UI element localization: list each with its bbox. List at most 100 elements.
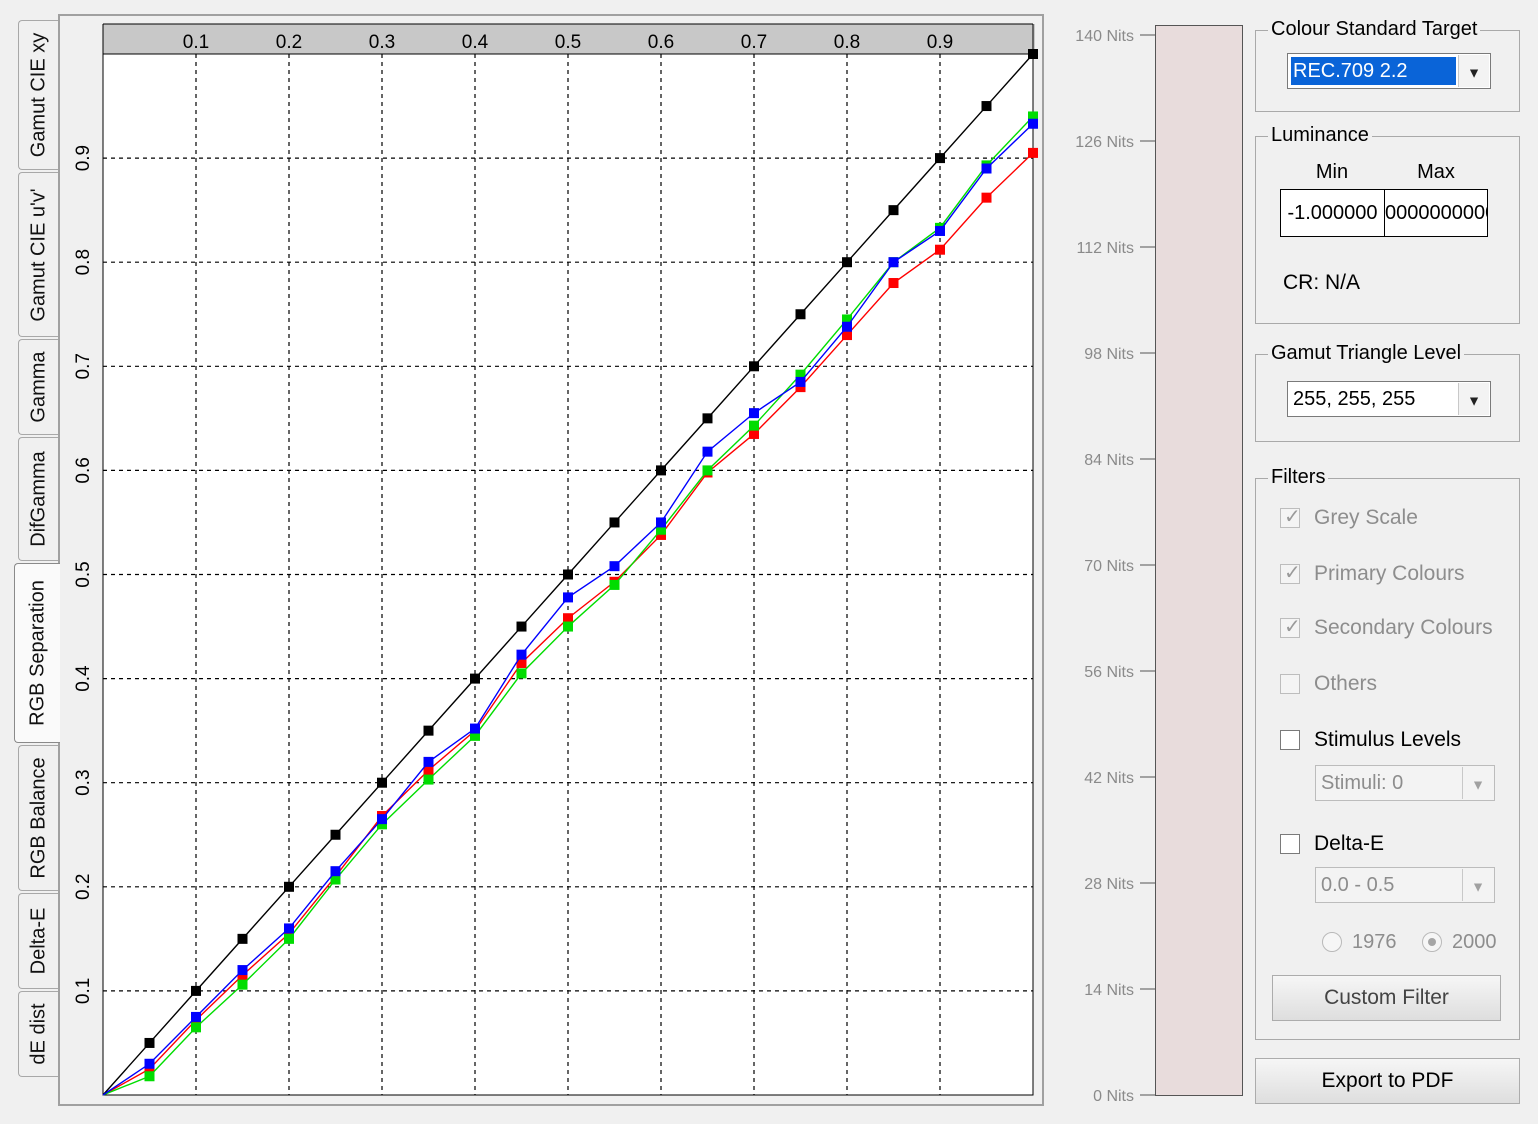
gamut-level-value: 255, 255, 255 (1293, 388, 1416, 410)
series-3-point (516, 649, 527, 660)
contrast-ratio: CR: N/A (1283, 271, 1361, 294)
series-0-point (516, 621, 527, 632)
tab-delta-e[interactable]: Delta-E (18, 893, 58, 989)
checkmark-icon: ✓ (1284, 616, 1301, 638)
dropdown-button[interactable]: ▼ (1462, 869, 1493, 901)
x-tick-label: 0.2 (276, 32, 302, 53)
luminance-min-value: -1.000000 (1281, 190, 1385, 236)
gamut-level-title: Gamut Triangle Level (1268, 342, 1465, 365)
y-tick-label: 0.1 (73, 978, 94, 1004)
rgb-separation-chart: 0.1 0.2 0.3 0.4 0.5 0.6 0.7 0.8 0.9 0.1 0.2 0.3 0.4 0… (73, 23, 1038, 1096)
y-tick-label: 0.2 (73, 874, 94, 900)
series-3-point (144, 1058, 155, 1069)
x-tick-label: 0.4 (462, 32, 489, 53)
series-0-point (795, 309, 806, 320)
x-tick-label: 0.7 (741, 32, 767, 53)
tab-rgb-balance[interactable]: RGB Balance (18, 745, 58, 891)
dropdown-button[interactable]: ▼ (1458, 383, 1489, 415)
tab-gamma[interactable]: Gamma (18, 339, 58, 435)
grey-scale-label: Grey Scale (1314, 506, 1418, 529)
x-tick-label: 0.8 (834, 32, 860, 53)
series-3-point (237, 965, 248, 976)
gamut-level-group: Gamut Triangle Level 255, 255, 255 ▼ (1255, 342, 1520, 442)
tab-label: dE dist (27, 1003, 49, 1065)
stimuli-select[interactable]: Stimuli: 0 ▼ (1315, 765, 1495, 801)
series-0-point (656, 465, 666, 476)
gamut-level-select[interactable]: 255, 255, 255 ▼ (1287, 381, 1491, 417)
tab-rgb-separation[interactable]: RGB Separation (14, 563, 60, 743)
tab-de-dist[interactable]: dE dist (18, 991, 58, 1077)
series-1-point (935, 244, 945, 255)
stimuli-value: Stimuli: 0 (1321, 772, 1404, 794)
delta-e-label: Delta-E (1314, 832, 1385, 855)
nits-tick-label: 70 Nits (1084, 558, 1134, 575)
series-0-point (749, 361, 759, 372)
nits-tick-label: 84 Nits (1084, 452, 1134, 469)
nits-tick-label: 140 Nits (1075, 28, 1134, 45)
custom-filter-button[interactable]: Custom Filter (1272, 975, 1501, 1021)
nits-axis: 140 Nits 126 Nits 112 Nits 98 Nits 84 Nits 70… (1075, 28, 1155, 1105)
dropdown-button[interactable]: ▼ (1462, 767, 1493, 799)
tab-label: Delta-E (27, 907, 49, 975)
nits-tick-label: 112 Nits (1076, 240, 1134, 257)
series-3-point (935, 225, 945, 236)
series-2-point (563, 621, 573, 632)
colour-target-value: REC.709 2.2 (1291, 57, 1456, 85)
luminance-title: Luminance (1268, 124, 1372, 147)
series-2-point (609, 579, 620, 590)
series-0-point (981, 101, 992, 112)
y-tick-label: 0.8 (73, 249, 94, 275)
series-3-point (842, 321, 852, 332)
filters-title: Filters (1268, 466, 1329, 489)
tab-difgamma[interactable]: DifGamma (18, 437, 58, 561)
others-label: Others (1314, 672, 1378, 695)
x-tick-label: 0.1 (183, 32, 209, 53)
nits-tick-label: 42 Nits (1084, 770, 1134, 787)
series-3-point (377, 814, 387, 825)
series-0-point (237, 933, 248, 944)
stimulus-levels-label: Stimulus Levels (1314, 728, 1462, 751)
tab-gamut-cie-uv[interactable]: Gamut CIE u'v' (18, 172, 58, 337)
filters-group: Filters ✓ Grey Scale ✓ Primary Colours ✓… (1255, 466, 1520, 1040)
checkmark-icon: ✓ (1284, 562, 1301, 584)
series-0-point (1028, 49, 1038, 59)
series-2-point (749, 420, 759, 431)
series-2-point (144, 1071, 155, 1082)
y-tick-label: 0.6 (73, 457, 94, 483)
series-3-point (423, 756, 434, 767)
checkmark-icon: ✓ (1284, 506, 1301, 528)
dropdown-button[interactable]: ▼ (1458, 55, 1489, 87)
export-to-pdf-button[interactable]: Export to PDF (1255, 1058, 1520, 1104)
series-2-point (702, 465, 713, 476)
series-0-point (563, 569, 573, 580)
series-0-point (470, 673, 480, 684)
delta-e-range-value: 0.0 - 0.5 (1321, 874, 1395, 896)
series-3-point (749, 408, 759, 419)
nits-tick-label: 0 Nits (1093, 1088, 1134, 1105)
chevron-down-icon: ▼ (1467, 64, 1481, 81)
nits-tick-label: 98 Nits (1084, 346, 1134, 363)
y-tick-label: 0.5 (73, 561, 94, 587)
tab-label: DifGamma (27, 451, 49, 547)
radio-2000-label: 2000 (1452, 931, 1497, 953)
y-tick-label: 0.7 (73, 353, 94, 379)
nits-tick-label: 56 Nits (1084, 664, 1134, 681)
luminance-min-header: Min (1315, 161, 1349, 183)
series-3-point (888, 257, 899, 268)
series-2-point (284, 933, 294, 944)
series-0-point (609, 517, 620, 528)
chevron-down-icon: ▼ (1467, 392, 1481, 409)
series-3-point (656, 517, 666, 528)
delta-e-range-select[interactable]: 0.0 - 0.5 ▼ (1315, 867, 1495, 903)
colour-target-group: Colour Standard Target REC.709 2.2 ▼ (1255, 18, 1520, 112)
x-tick-label: 0.5 (555, 32, 581, 53)
tab-label: Gamut CIE u'v' (27, 187, 49, 322)
series-0-point (144, 1037, 155, 1048)
nits-tick-label: 28 Nits (1084, 876, 1134, 893)
primary-colours-label: Primary Colours (1314, 562, 1465, 585)
tab-gamut-cie-xy[interactable]: Gamut CIE xy (18, 20, 58, 170)
series-3-point (563, 592, 573, 603)
series-0-point (888, 205, 899, 216)
rgb-separation-chart-frame: 0.1 0.2 0.3 0.4 0.5 0.6 0.7 0.8 0.9 0.1 0.2 0.3 0.4 0… (58, 14, 1044, 1106)
colour-target-select[interactable]: REC.709 2.2 ▼ (1287, 53, 1491, 89)
